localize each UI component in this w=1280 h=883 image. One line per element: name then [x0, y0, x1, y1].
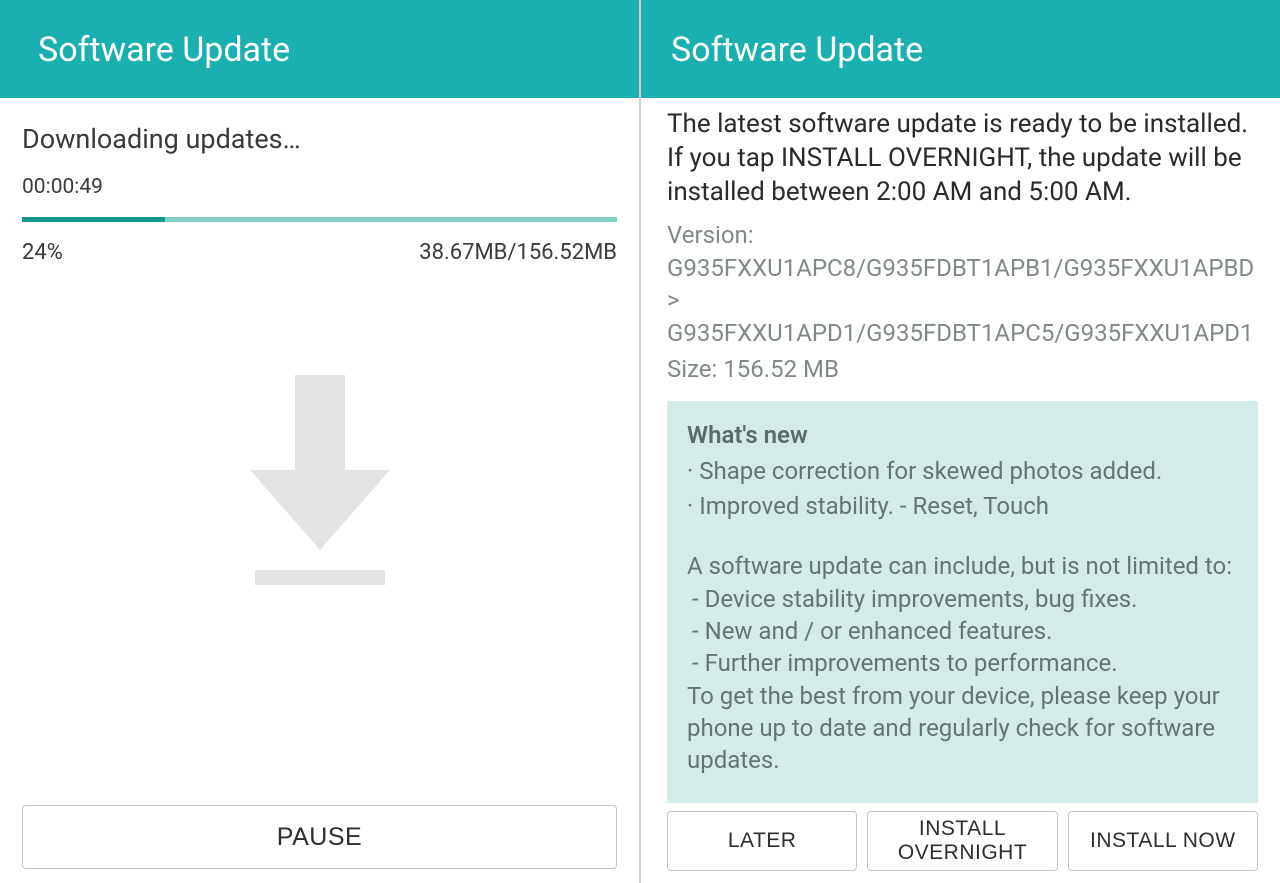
- install-now-button[interactable]: INSTALL NOW: [1068, 811, 1258, 871]
- download-arrow-icon: [250, 375, 390, 585]
- changelog-sub-item: - Device stability improvements, bug fix…: [687, 583, 1238, 615]
- install-overnight-button[interactable]: INSTALL OVERNIGHT: [867, 811, 1057, 871]
- panel-title: Software Update: [641, 0, 1280, 98]
- download-progress-panel: Software Update Downloading updates… 00:…: [0, 0, 641, 883]
- changelog-sub-item: - New and / or enhanced features.: [687, 615, 1238, 647]
- download-status: Downloading updates…: [22, 123, 617, 155]
- install-content: The latest software update is ready to b…: [641, 98, 1280, 803]
- install-ready-panel: Software Update The latest software upda…: [641, 0, 1280, 883]
- version-info: Version: G935FXXU1APC8/G935FDBT1APB1/G93…: [667, 219, 1258, 349]
- download-content: Downloading updates… 00:00:49 24% 38.67M…: [0, 98, 639, 795]
- install-ready-message: The latest software update is ready to b…: [667, 108, 1258, 209]
- pause-button[interactable]: PAUSE: [22, 805, 617, 869]
- left-button-row: PAUSE: [0, 795, 639, 883]
- progress-bar: [22, 217, 617, 222]
- download-icon-container: [22, 165, 617, 795]
- later-button[interactable]: LATER: [667, 811, 857, 871]
- right-button-row: LATER INSTALL OVERNIGHT INSTALL NOW: [641, 803, 1280, 883]
- changelog-intro: A software update can include, but is no…: [687, 550, 1238, 582]
- progress-fill: [22, 217, 165, 222]
- changelog-body: A software update can include, but is no…: [687, 550, 1238, 777]
- changelog-sub-item: - Further improvements to performance.: [687, 647, 1238, 679]
- changelog-item: · Shape correction for skewed photos add…: [687, 455, 1238, 487]
- whats-new-box: What's new · Shape correction for skewed…: [667, 401, 1258, 803]
- changelog-item: · Improved stability. - Reset, Touch: [687, 490, 1238, 522]
- update-size: Size: 156.52 MB: [667, 355, 1258, 383]
- whats-new-title: What's new: [687, 419, 1238, 451]
- panel-title: Software Update: [0, 0, 639, 98]
- changelog-footer: To get the best from your device, please…: [687, 680, 1238, 777]
